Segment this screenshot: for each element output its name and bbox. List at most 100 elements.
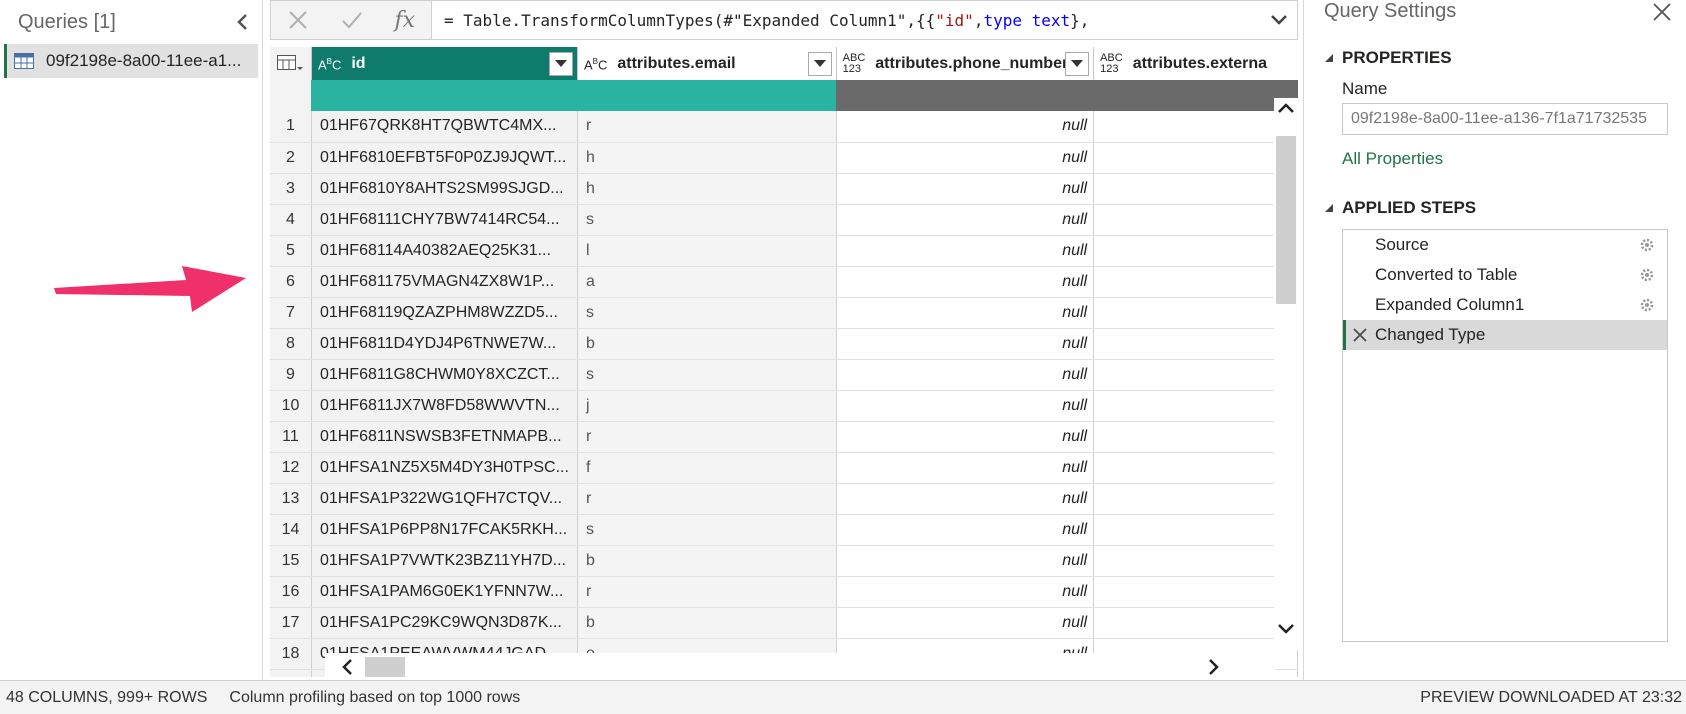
id-cell[interactable]: 01HF6811NSWSB3FETNMAPB... bbox=[311, 421, 578, 453]
column-filter-button[interactable] bbox=[548, 52, 573, 76]
table-menu-corner[interactable] bbox=[270, 47, 312, 80]
row-number-cell[interactable]: 13 bbox=[270, 483, 312, 515]
external-cell[interactable] bbox=[1093, 390, 1298, 422]
horizontal-scrollbar[interactable] bbox=[325, 653, 1275, 680]
row-number-cell[interactable]: 17 bbox=[270, 607, 312, 639]
external-cell[interactable] bbox=[1093, 266, 1298, 298]
phone-number-cell[interactable]: null bbox=[836, 204, 1095, 236]
id-cell[interactable]: 01HF681175VMAGN4ZX8W1P... bbox=[311, 266, 578, 298]
step-converted-to-table[interactable]: Converted to Table bbox=[1343, 260, 1667, 290]
expand-formula-icon[interactable] bbox=[1269, 9, 1289, 29]
id-cell[interactable]: 01HFSA1P322WG1QFH7CTQV... bbox=[311, 483, 578, 515]
scroll-right-icon[interactable] bbox=[1208, 659, 1220, 675]
id-cell[interactable]: 01HFSA1P6PP8N17FCAK5RKH... bbox=[311, 514, 578, 546]
column-filter-button[interactable] bbox=[1065, 52, 1090, 76]
email-cell[interactable]: r bbox=[577, 483, 837, 515]
phone-number-cell[interactable]: null bbox=[836, 452, 1095, 484]
id-cell[interactable]: 01HF68119QZAZPHM8WZZD5... bbox=[311, 297, 578, 329]
external-cell[interactable] bbox=[1093, 545, 1298, 577]
email-cell[interactable]: b bbox=[577, 328, 837, 360]
id-cell[interactable]: 01HF6811D4YDJ4P6TNWE7W... bbox=[311, 328, 578, 360]
phone-number-cell[interactable]: null bbox=[836, 483, 1095, 515]
external-cell[interactable] bbox=[1093, 204, 1298, 236]
column-filter-button[interactable] bbox=[807, 52, 832, 76]
column-profiling-status[interactable]: Column profiling based on top 1000 rows bbox=[229, 689, 520, 707]
formula-input[interactable]: = Table.TransformColumnTypes(#"Expanded … bbox=[432, 0, 1298, 40]
fx-icon[interactable]: fx bbox=[395, 8, 416, 33]
id-cell[interactable]: 01HF68111CHY7BW7414RC54... bbox=[311, 204, 578, 236]
phone-number-cell[interactable]: null bbox=[836, 514, 1095, 546]
id-cell[interactable]: 01HFSA1PC29KC9WQN3D87K... bbox=[311, 607, 578, 639]
gear-icon[interactable] bbox=[1639, 267, 1655, 283]
id-cell[interactable]: 01HF67QRK8HT7QBWTC4MX... bbox=[311, 111, 578, 143]
cancel-formula-icon[interactable] bbox=[287, 9, 309, 31]
email-cell[interactable]: a bbox=[577, 266, 837, 298]
all-properties-link[interactable]: All Properties bbox=[1342, 149, 1443, 169]
row-number-cell[interactable]: 4 bbox=[270, 204, 312, 236]
phone-number-cell[interactable]: null bbox=[836, 576, 1095, 608]
query-name-input[interactable]: 09f2198e-8a00-11ee-a136-7f1a71732535 bbox=[1342, 103, 1668, 135]
row-number-cell[interactable]: 9 bbox=[270, 359, 312, 391]
delete-step-icon[interactable] bbox=[1353, 328, 1367, 342]
properties-heading[interactable]: PROPERTIES bbox=[1324, 48, 1452, 68]
query-item[interactable]: 09f2198e-8a00-11ee-a1... bbox=[4, 44, 258, 78]
external-cell[interactable] bbox=[1093, 142, 1298, 174]
phone-number-cell[interactable]: null bbox=[836, 235, 1095, 267]
email-cell[interactable]: s bbox=[577, 204, 837, 236]
row-number-cell[interactable]: 15 bbox=[270, 545, 312, 577]
external-cell[interactable] bbox=[1093, 452, 1298, 484]
row-number-cell[interactable]: 11 bbox=[270, 421, 312, 453]
email-cell[interactable]: h bbox=[577, 142, 837, 174]
external-cell[interactable] bbox=[1093, 421, 1298, 453]
external-cell[interactable] bbox=[1093, 514, 1298, 546]
row-number-cell[interactable]: 7 bbox=[270, 297, 312, 329]
vertical-scroll-thumb[interactable] bbox=[1276, 136, 1296, 304]
phone-number-cell[interactable]: null bbox=[836, 545, 1095, 577]
external-cell[interactable] bbox=[1093, 328, 1298, 360]
phone-number-cell[interactable]: null bbox=[836, 421, 1095, 453]
row-number-cell[interactable]: 8 bbox=[270, 328, 312, 360]
phone-number-cell[interactable]: null bbox=[836, 173, 1095, 205]
gear-icon[interactable] bbox=[1639, 297, 1655, 313]
scroll-up-icon[interactable] bbox=[1278, 102, 1294, 114]
scroll-left-icon[interactable] bbox=[341, 659, 353, 675]
external-cell[interactable] bbox=[1093, 576, 1298, 608]
email-cell[interactable]: j bbox=[577, 390, 837, 422]
row-number-cell[interactable]: 12 bbox=[270, 452, 312, 484]
phone-number-cell[interactable]: null bbox=[836, 297, 1095, 329]
vertical-scrollbar[interactable] bbox=[1274, 98, 1298, 650]
column-header-id[interactable]: ABC id bbox=[311, 47, 578, 80]
step-source[interactable]: Source bbox=[1343, 230, 1667, 260]
email-cell[interactable]: b bbox=[577, 545, 837, 577]
email-cell[interactable]: r bbox=[577, 111, 837, 143]
id-cell[interactable]: 01HF68114A40382AEQ25K31... bbox=[311, 235, 578, 267]
email-cell[interactable]: r bbox=[577, 576, 837, 608]
column-header-external[interactable]: ABC 123 attributes.externa bbox=[1093, 47, 1298, 80]
step-expanded-column1[interactable]: Expanded Column1 bbox=[1343, 290, 1667, 320]
row-number-cell[interactable]: 16 bbox=[270, 576, 312, 608]
id-cell[interactable]: 01HFSA1NZ5X5M4DY3H0TPSC... bbox=[311, 452, 578, 484]
row-number-cell[interactable]: 2 bbox=[270, 142, 312, 174]
applied-steps-heading[interactable]: APPLIED STEPS bbox=[1324, 198, 1476, 218]
confirm-formula-icon[interactable] bbox=[341, 9, 363, 31]
step-changed-type[interactable]: Changed Type bbox=[1343, 320, 1667, 350]
email-cell[interactable]: s bbox=[577, 297, 837, 329]
row-number-cell[interactable]: 14 bbox=[270, 514, 312, 546]
id-cell[interactable]: 01HF6810Y8AHTS2SM99SJGD... bbox=[311, 173, 578, 205]
row-number-cell[interactable]: 3 bbox=[270, 173, 312, 205]
email-cell[interactable]: s bbox=[577, 359, 837, 391]
phone-number-cell[interactable]: null bbox=[836, 390, 1095, 422]
gear-icon[interactable] bbox=[1639, 237, 1655, 253]
row-number-cell[interactable]: 6 bbox=[270, 266, 312, 298]
scroll-down-icon[interactable] bbox=[1278, 623, 1294, 635]
id-cell[interactable]: 01HFSA1P7VWTK23BZ11YH7D... bbox=[311, 545, 578, 577]
text-type-icon[interactable]: ABC bbox=[318, 56, 341, 71]
phone-number-cell[interactable]: null bbox=[836, 328, 1095, 360]
id-cell[interactable]: 01HF6810EFBT5F0P0ZJ9JQWT... bbox=[311, 142, 578, 174]
phone-number-cell[interactable]: null bbox=[836, 607, 1095, 639]
row-number-cell[interactable]: 10 bbox=[270, 390, 312, 422]
id-cell[interactable]: 01HF6811G8CHWM0Y8XCZCT... bbox=[311, 359, 578, 391]
email-cell[interactable]: f bbox=[577, 452, 837, 484]
email-cell[interactable]: r bbox=[577, 421, 837, 453]
row-number-cell[interactable]: 5 bbox=[270, 235, 312, 267]
